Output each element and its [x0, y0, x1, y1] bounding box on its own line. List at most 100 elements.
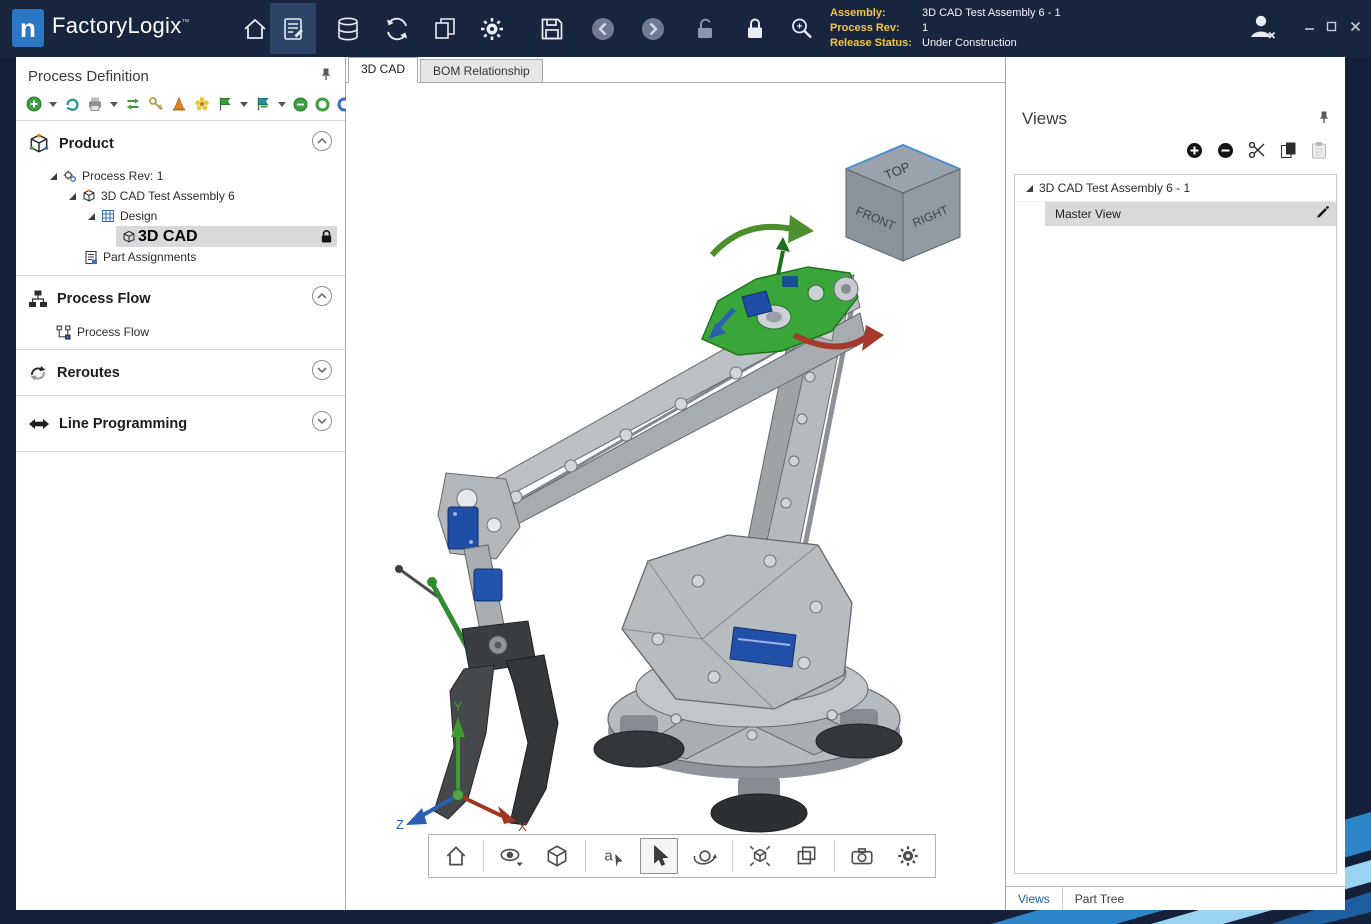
orbit-icon: [692, 843, 718, 869]
section-line-programming[interactable]: Line Programming: [16, 396, 345, 451]
expander-icon[interactable]: [87, 212, 96, 221]
locked-icon: [320, 229, 333, 244]
tree-item-design[interactable]: Design: [16, 206, 345, 226]
forward-button[interactable]: [638, 14, 668, 44]
view-settings-button[interactable]: [889, 838, 927, 874]
add-dropdown-caret[interactable]: [49, 102, 57, 107]
maximize-button[interactable]: [1322, 18, 1340, 34]
tree-item-process-flow[interactable]: Process Flow: [16, 321, 345, 343]
pencil-icon: [1315, 205, 1330, 220]
tree-item-assembly[interactable]: 3D CAD Test Assembly 6: [16, 186, 345, 206]
key-button[interactable]: [148, 96, 164, 112]
swirl-icon: [64, 96, 80, 112]
exchange-arrows-icon: [125, 96, 141, 112]
settings-button[interactable]: [477, 14, 507, 44]
app-title: FactoryLogix™: [52, 13, 190, 39]
release-status-value: Under Construction: [922, 36, 1017, 51]
flag-layers-button[interactable]: [255, 96, 271, 112]
eye-icon: [498, 843, 524, 869]
cut-view-button[interactable]: [1248, 141, 1266, 164]
print-button[interactable]: [87, 96, 103, 112]
collapse-process-flow-button[interactable]: [311, 285, 333, 312]
minimize-button[interactable]: [1300, 18, 1318, 34]
view-cube[interactable]: TOP FRONT RIGHT: [846, 145, 960, 261]
flag-layers-dropdown-caret[interactable]: [278, 102, 286, 107]
unlock-icon: [691, 15, 719, 43]
release-status-label: Release Status:: [830, 36, 922, 51]
collapse-product-button[interactable]: [311, 130, 333, 157]
user-button[interactable]: [1245, 10, 1279, 44]
flag-button[interactable]: [217, 96, 233, 112]
tab-part-tree[interactable]: Part Tree: [1063, 887, 1136, 910]
section-reroutes[interactable]: Reroutes: [16, 350, 345, 395]
save-button[interactable]: [537, 14, 567, 44]
projection-button[interactable]: [787, 838, 825, 874]
green-ring-button[interactable]: [315, 97, 330, 112]
pin-button[interactable]: [319, 67, 333, 86]
cad-cube-icon: [122, 230, 136, 244]
views-pin-button[interactable]: [1317, 110, 1331, 129]
label-select-button[interactable]: a: [594, 838, 632, 874]
design-grid-icon: [101, 209, 115, 223]
edit-view-button[interactable]: [1315, 205, 1330, 223]
zoom-extents-button[interactable]: [741, 838, 779, 874]
expand-line-programming-button[interactable]: [311, 410, 333, 437]
home-button[interactable]: [240, 14, 270, 44]
tree-item-process-rev[interactable]: Process Rev: 1: [16, 166, 345, 186]
chevron-down-circle-icon: [311, 410, 333, 432]
sync-arrows-icon: [383, 15, 411, 43]
tab-views[interactable]: Views: [1006, 887, 1063, 910]
user-icon: [1246, 11, 1278, 43]
snapshot-button[interactable]: [843, 838, 881, 874]
add-view-button[interactable]: [1186, 142, 1203, 164]
home-view-button[interactable]: [437, 838, 475, 874]
expand-reroutes-button[interactable]: [311, 359, 333, 386]
expander-icon[interactable]: [68, 192, 77, 201]
audit-search-button[interactable]: [787, 14, 817, 44]
section-product[interactable]: Product: [16, 121, 345, 166]
process-definition-button[interactable]: [270, 3, 316, 54]
remove-view-button[interactable]: [1217, 142, 1234, 164]
stacked-squares-icon: [793, 843, 819, 869]
cad-model-canvas[interactable]: TOP FRONT RIGHT Y Z X: [346, 83, 1005, 910]
expander-icon[interactable]: [49, 172, 58, 181]
product-cube-icon: [28, 133, 50, 155]
materials-button[interactable]: [333, 14, 363, 44]
unlock-button[interactable]: [690, 14, 720, 44]
tree-item-part-assignments[interactable]: Part Assignments: [16, 247, 345, 267]
minus-circle-button[interactable]: [293, 97, 308, 112]
section-process-flow[interactable]: Process Flow: [16, 276, 345, 321]
sync-button[interactable]: [382, 14, 412, 44]
toolbar-separator: [834, 840, 835, 872]
cone-button[interactable]: [171, 96, 187, 112]
print-dropdown-caret[interactable]: [110, 102, 118, 107]
tab-bom-relationship[interactable]: BOM Relationship: [420, 59, 543, 82]
x-axis-label: X: [518, 819, 527, 834]
expander-icon[interactable]: [1025, 184, 1034, 193]
import-button[interactable]: [64, 96, 80, 112]
assembly-label: Assembly:: [830, 6, 922, 21]
flower-button[interactable]: [194, 96, 210, 112]
views-tree-root[interactable]: 3D CAD Test Assembly 6 - 1: [1015, 175, 1336, 202]
orbit-tool-button[interactable]: [686, 838, 724, 874]
section-product-label: Product: [59, 136, 311, 152]
reroutes-icon: [28, 363, 48, 383]
back-button[interactable]: [588, 14, 618, 44]
documents-button[interactable]: [430, 14, 460, 44]
master-view-item[interactable]: Master View: [1045, 202, 1336, 226]
minus-circle-icon: [293, 97, 308, 112]
tab-3d-cad[interactable]: 3D CAD: [348, 57, 418, 83]
flag-dropdown-caret[interactable]: [240, 102, 248, 107]
copy-view-button[interactable]: [1280, 141, 1297, 164]
cad-viewport[interactable]: TOP FRONT RIGHT Y Z X: [346, 83, 1005, 910]
tree-item-3d-cad-selected[interactable]: 3D CAD: [116, 226, 337, 247]
isometric-view-button[interactable]: [538, 838, 576, 874]
paste-view-button[interactable]: [1311, 141, 1327, 164]
visibility-button[interactable]: [492, 838, 530, 874]
add-button[interactable]: [26, 96, 42, 112]
transfer-button[interactable]: [125, 96, 141, 112]
close-button[interactable]: [1346, 18, 1364, 34]
lock-button[interactable]: [740, 14, 770, 44]
select-tool-button[interactable]: [640, 838, 678, 874]
cursor-icon: [646, 843, 672, 869]
